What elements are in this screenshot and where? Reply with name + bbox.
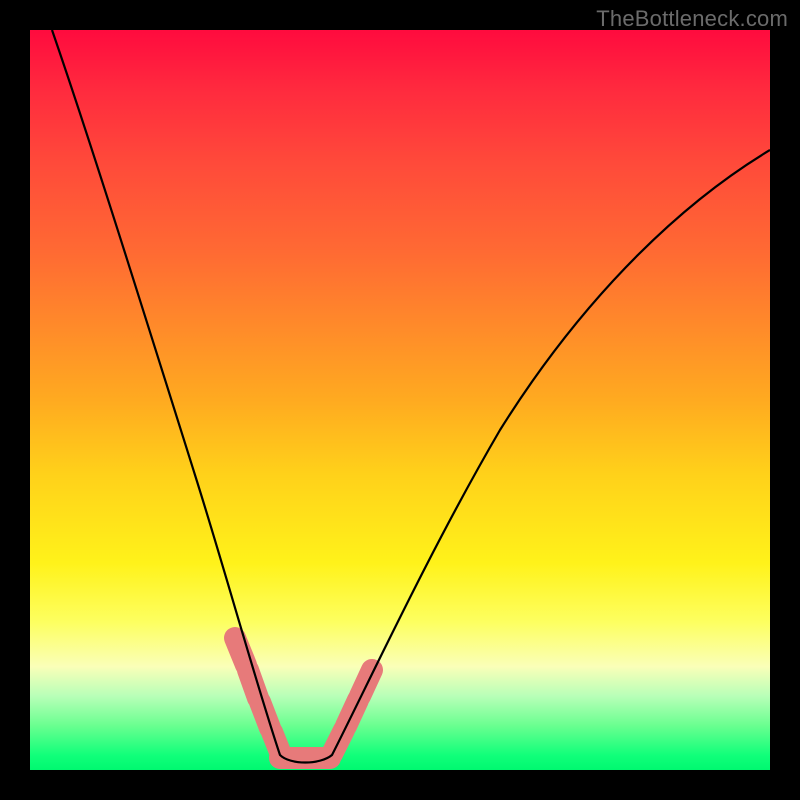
chart-stage: TheBottleneck.com — [0, 0, 800, 800]
curve-overlay — [30, 30, 770, 770]
bottleneck-curve — [52, 30, 770, 763]
plot-area — [30, 30, 770, 770]
highlight-markers — [235, 638, 372, 758]
watermark-text: TheBottleneck.com — [596, 6, 788, 32]
